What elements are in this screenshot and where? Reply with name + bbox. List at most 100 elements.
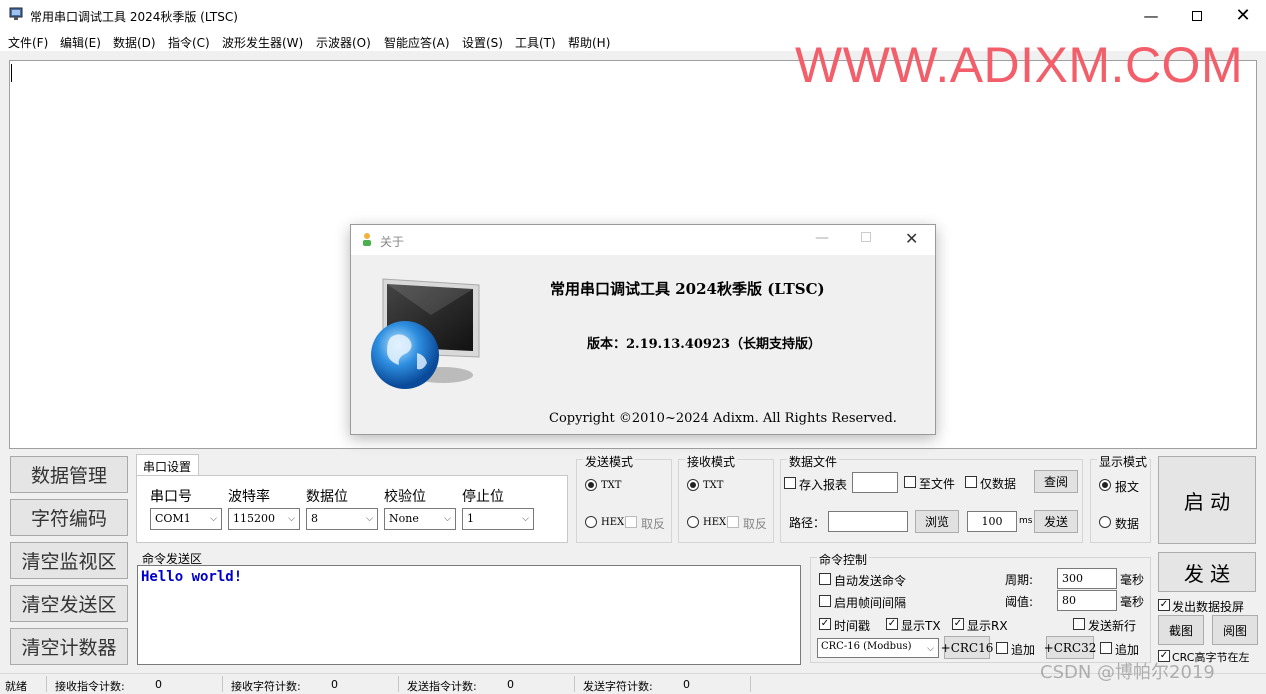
about-minimize-icon: — [815, 230, 829, 246]
about-app-name: 常用串口调试工具 2024秋季版 (LTSC) [550, 280, 825, 298]
about-title: 关于 [380, 235, 405, 249]
save-report-checkbox[interactable] [784, 477, 796, 489]
cmd-control-group: 命令控制 自动发送命令 启用帧间间隔 周期: 300 毫秒 阈值: 80 毫秒 … [810, 551, 1151, 663]
data-file-title: 数据文件 [787, 453, 840, 470]
recv-hex-radio[interactable] [687, 516, 699, 528]
menu-oscilloscope[interactable]: 示波器(O) [316, 34, 371, 51]
databits-select[interactable]: 8 ⌵ [306, 508, 378, 530]
display-data-radio[interactable] [1099, 516, 1111, 528]
append-crc16-checkbox[interactable] [996, 642, 1008, 654]
parity-select[interactable]: None ⌵ [384, 508, 456, 530]
display-message-radio[interactable] [1099, 479, 1111, 491]
about-dialog: 关于 — ✕ 常用串口调试工具 2024秋季版 (LTSC) 版本：2.19.1… [350, 224, 936, 435]
menu-edit[interactable]: 编辑(E) [60, 34, 101, 51]
send-newline-checkbox[interactable] [1073, 618, 1085, 630]
path-label: 路径： [789, 516, 826, 530]
menu-waveform[interactable]: 波形发生器(W) [222, 34, 303, 51]
start-button[interactable]: 启 动 [1158, 456, 1256, 544]
menu-settings[interactable]: 设置(S) [462, 34, 503, 51]
recv-char-label: 接收字符计数: [231, 680, 301, 693]
report-input[interactable] [852, 472, 898, 493]
show-rx-checkbox[interactable]: ✓ [952, 618, 964, 630]
about-maximize-icon [861, 232, 871, 242]
browse-button[interactable]: 浏览 [915, 510, 959, 533]
crc-type-select[interactable]: CRC-16 (Modbus) ⌵ [817, 638, 939, 658]
cmd-control-title: 命令控制 [817, 551, 870, 568]
menu-smart-reply[interactable]: 智能应答(A) [384, 34, 450, 51]
cmd-text-area[interactable]: Hello world! [137, 565, 801, 665]
frame-gap-checkbox[interactable] [819, 595, 831, 607]
send-cmd-value: 0 [507, 678, 514, 691]
send-invert-checkbox[interactable] [625, 516, 637, 528]
chevron-down-icon: ⌵ [444, 514, 451, 524]
minimize-icon[interactable]: — [1128, 0, 1174, 31]
data-management-button[interactable]: 数据管理 [10, 456, 128, 493]
about-version: 版本：2.19.13.40923（长期支持版） [587, 337, 822, 352]
about-title-bar: 关于 — ✕ [351, 225, 935, 255]
close-icon[interactable]: ✕ [1220, 0, 1266, 31]
chevron-down-icon: ⌵ [927, 644, 934, 654]
site-watermark: WWW.ADIXM.COM [795, 37, 1244, 93]
recv-char-value: 0 [331, 678, 338, 691]
show-tx-checkbox[interactable]: ✓ [886, 618, 898, 630]
clear-send-button[interactable]: 清空发送区 [10, 585, 128, 622]
send-hex-radio[interactable] [585, 516, 597, 528]
clear-monitor-button[interactable]: 清空监视区 [10, 542, 128, 579]
window-title: 常用串口调试工具 2024秋季版 (LTSC) [30, 10, 238, 24]
status-ready: 就绪 [5, 680, 27, 693]
menu-tools[interactable]: 工具(T) [515, 34, 556, 51]
data-file-group: 数据文件 存入报表 至文件 仅数据 查阅 路径： 浏览 100 ms 发送 [780, 453, 1083, 543]
baud-select[interactable]: 115200 ⌵ [228, 508, 300, 530]
data-only-checkbox[interactable] [965, 476, 977, 488]
menu-file[interactable]: 文件(F) [8, 34, 48, 51]
recv-invert-checkbox[interactable] [727, 516, 739, 528]
recv-txt-radio[interactable] [687, 479, 699, 491]
screen-projection-checkbox[interactable]: ✓ [1158, 599, 1170, 611]
view-file-button[interactable]: 查阅 [1034, 470, 1078, 493]
to-file-checkbox[interactable] [904, 476, 916, 488]
title-bar: 常用串口调试工具 2024秋季版 (LTSC) — ✕ [0, 0, 1266, 31]
send-char-label: 发送字符计数: [583, 680, 653, 693]
recv-cmd-value: 0 [155, 678, 162, 691]
period-input[interactable]: 300 [1057, 568, 1117, 589]
about-close-icon[interactable]: ✕ [905, 229, 918, 248]
interval-input[interactable]: 100 [967, 511, 1017, 532]
baud-label: 波特率 [228, 489, 270, 505]
stopbits-select[interactable]: 1 ⌵ [462, 508, 534, 530]
maximize-icon[interactable] [1174, 0, 1220, 31]
menu-help[interactable]: 帮助(H) [568, 34, 610, 51]
display-mode-group: 显示模式 报文 数据 [1090, 453, 1151, 543]
text-caret [11, 64, 12, 82]
chevron-down-icon: ⌵ [366, 514, 373, 524]
threshold-input[interactable]: 80 [1057, 590, 1117, 611]
monitor-globe-icon [361, 275, 486, 393]
app-icon [9, 7, 23, 21]
send-button[interactable]: 发 送 [1158, 552, 1256, 592]
about-person-icon [361, 232, 373, 249]
file-send-button[interactable]: 发送 [1034, 510, 1078, 533]
menu-command[interactable]: 指令(C) [168, 34, 210, 51]
tab-serial-settings[interactable]: 串口设置 [136, 454, 199, 476]
stopbits-label: 停止位 [462, 489, 504, 505]
send-cmd-label: 发送指令计数: [407, 680, 477, 693]
port-select[interactable]: COM1 ⌵ [150, 508, 222, 530]
append-crc32-checkbox[interactable] [1100, 642, 1112, 654]
auto-send-checkbox[interactable] [819, 573, 831, 585]
path-input[interactable] [828, 511, 908, 532]
char-encoding-button[interactable]: 字符编码 [10, 499, 128, 536]
send-txt-radio[interactable] [585, 479, 597, 491]
menu-data[interactable]: 数据(D) [113, 34, 156, 51]
send-mode-title: 发送模式 [583, 453, 636, 470]
timestamp-checkbox[interactable]: ✓ [819, 618, 831, 630]
capture-button[interactable]: 截图 [1158, 615, 1204, 645]
parity-label: 校验位 [384, 489, 426, 505]
serial-settings-panel: 串口号 波特率 数据位 校验位 停止位 COM1 ⌵ 115200 ⌵ 8 ⌵ Non… [136, 475, 568, 543]
csdn-watermark: CSDN @博帕尔2019 [1040, 662, 1215, 683]
about-copyright: Copyright ©2010~2024 Adixm. All Rights R… [549, 411, 897, 426]
view-image-button[interactable]: 阅图 [1212, 615, 1258, 645]
send-char-value: 0 [683, 678, 690, 691]
crc32-button[interactable]: +CRC32 [1044, 636, 1096, 659]
recv-mode-title: 接收模式 [685, 453, 738, 470]
crc16-button[interactable]: +CRC16 [941, 636, 993, 659]
clear-counter-button[interactable]: 清空计数器 [10, 628, 128, 665]
